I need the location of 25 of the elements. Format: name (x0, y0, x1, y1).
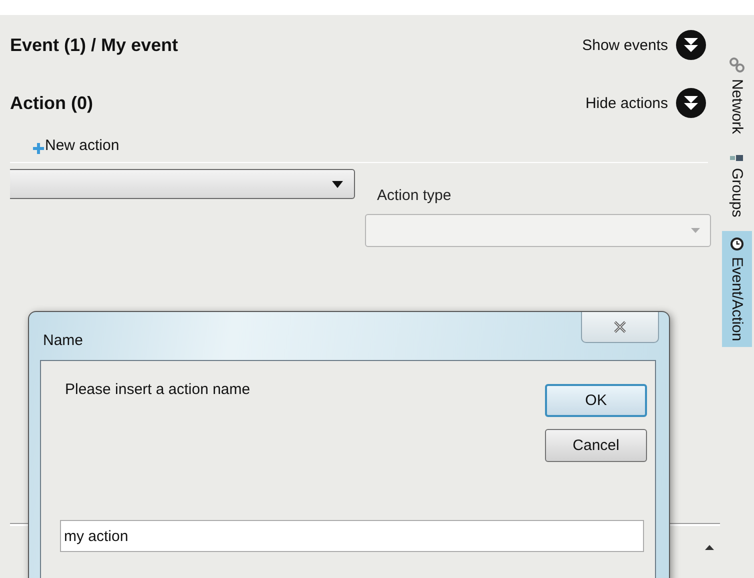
side-tab[interactable]: Network (722, 51, 752, 140)
action-heading: Action (0) (10, 92, 93, 114)
action-type-label: Action type (377, 187, 452, 204)
side-tab[interactable]: Event/Action (722, 231, 752, 348)
dropdown-arrow-icon (691, 228, 700, 233)
double-chevron-icon (676, 30, 706, 60)
groups-icon (730, 154, 744, 162)
dialog-prompt: Please insert a action name (65, 381, 250, 400)
double-chevron-icon (676, 88, 706, 118)
new-action-button[interactable]: New action (33, 136, 120, 154)
show-events-button[interactable]: Show events (582, 30, 706, 60)
close-icon (613, 321, 627, 333)
name-input[interactable]: my action (60, 520, 644, 552)
hide-actions-button[interactable]: Hide actions (585, 88, 706, 118)
dropdown-arrow-icon (332, 180, 343, 188)
clock-icon (730, 237, 744, 252)
plus-icon (33, 142, 44, 154)
dialog-button[interactable]: OK (545, 384, 647, 417)
dialog-button[interactable]: Cancel (545, 429, 647, 462)
side-tab[interactable]: Groups (722, 148, 752, 224)
dialog-title: Name (43, 332, 84, 349)
link-icon (729, 57, 745, 73)
action-dropdown[interactable] (10, 169, 355, 199)
up-arrow-icon (704, 544, 714, 550)
event-heading: Event (1) / My event (10, 34, 178, 56)
